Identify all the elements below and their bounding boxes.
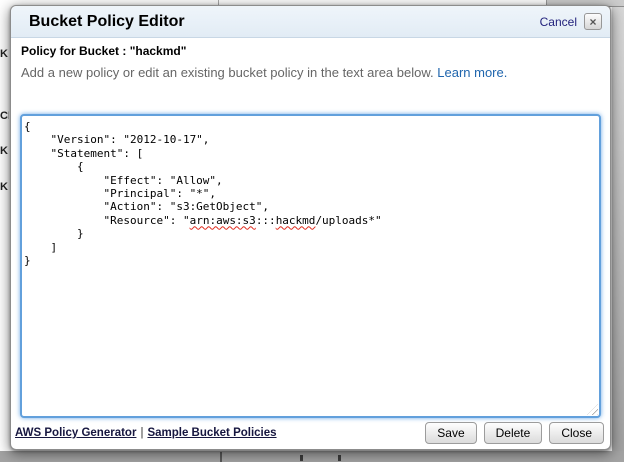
policy-textarea[interactable]: { "Version": "2012-10-17", "Statement": … [20,114,601,418]
background-text-fragment: K [0,48,9,60]
background-page-right-strip [612,0,624,462]
dialog-title-bar: Bucket Policy Editor Cancel × [11,6,610,38]
policy-line: { [24,160,593,173]
resource-suffix: /uploads*" [315,214,381,227]
policy-line: } [24,227,593,240]
bucket-policy-editor-dialog: Bucket Policy Editor Cancel × Policy for… [10,5,611,450]
description-text: Add a new policy or edit an existing buc… [21,65,600,80]
dialog-title: Bucket Policy Editor [29,13,185,31]
policy-line: "Statement": [ [24,147,593,160]
close-button[interactable]: Close [549,422,604,444]
policy-line: "Principal": "*", [24,187,593,200]
policy-line: "Effect": "Allow", [24,174,593,187]
background-page-bottom-strip [0,451,624,462]
learn-more-link[interactable]: Learn more. [437,65,507,80]
misspelled-bucket-text: hackmd [276,214,316,227]
policy-line: "Action": "s3:GetObject", [24,200,593,213]
aws-policy-generator-link[interactable]: AWS Policy Generator [15,427,136,439]
footer-buttons: Save Delete Close [425,422,604,444]
background-text-fragment [338,455,341,461]
misspelled-arn-text: arn:aws:s3 [190,214,256,227]
dialog-content: Policy for Bucket : "hackmd" Add a new p… [11,44,610,418]
save-button[interactable]: Save [425,422,476,444]
sample-bucket-policies-link[interactable]: Sample Bucket Policies [147,427,276,439]
background-column-divider [220,452,222,462]
link-separator: | [140,427,143,439]
close-icon[interactable]: × [584,13,602,30]
delete-button[interactable]: Delete [484,422,543,444]
background-text-fragment: K [0,181,9,193]
policy-line: { [24,120,593,133]
policy-line: "Version": "2012-10-17", [24,133,593,146]
resource-prefix: "Resource": " [24,214,190,227]
background-text-fragment: CE [0,110,9,122]
description-label: Add a new policy or edit an existing buc… [21,65,434,80]
policy-bucket-subtitle: Policy for Bucket : "hackmd" [21,44,600,58]
cancel-link[interactable]: Cancel [540,15,577,29]
policy-line: } [24,254,593,267]
resource-colons: ::: [256,214,276,227]
policy-line-resource: "Resource": "arn:aws:s3:::hackmd/uploads… [24,214,593,227]
background-text-fragment: K [0,145,9,157]
title-bar-actions: Cancel × [540,13,602,30]
footer-links: AWS Policy Generator | Sample Bucket Polic… [15,427,277,439]
resize-grip-icon[interactable] [587,404,598,415]
dialog-footer: AWS Policy Generator | Sample Bucket Polic… [15,420,604,446]
policy-line: ] [24,241,593,254]
background-text-fragment [300,455,303,461]
